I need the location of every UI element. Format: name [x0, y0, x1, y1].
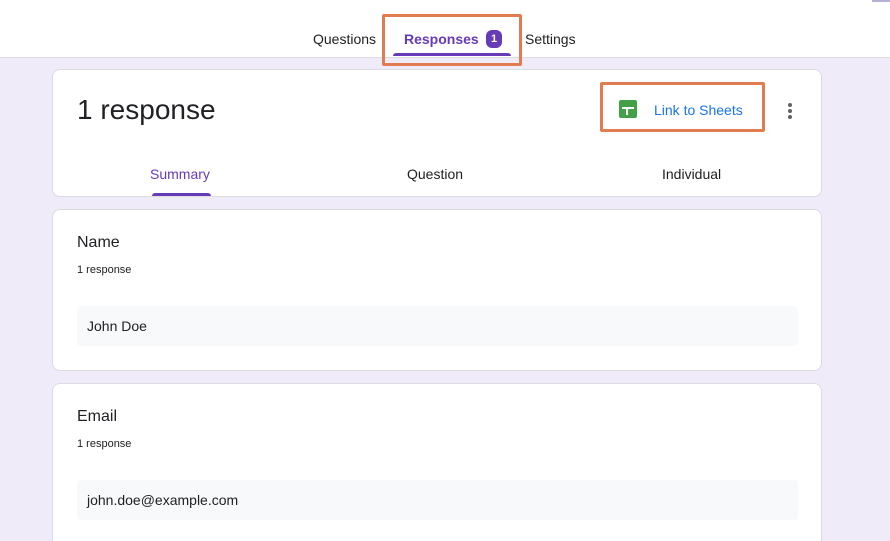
- tab-summary[interactable]: Summary: [150, 166, 210, 182]
- sheets-icon: [619, 100, 637, 118]
- tab-settings[interactable]: Settings: [525, 31, 576, 47]
- corner-accent: [872, 0, 890, 2]
- tab-questions[interactable]: Questions: [313, 31, 376, 47]
- answer-item: john.doe@example.com: [77, 480, 798, 520]
- responses-summary-card: 1 response Link to Sheets Summary Questi…: [52, 69, 822, 197]
- summary-tab-indicator: [152, 193, 211, 196]
- responses-count-badge: 1: [486, 30, 502, 48]
- question-response-count: 1 response: [77, 438, 132, 450]
- question-response-count: 1 response: [77, 264, 132, 276]
- answer-text: John Doe: [87, 318, 147, 334]
- more-vert-icon: [788, 103, 792, 107]
- top-navigation-bar: Questions Responses 1 Settings: [0, 0, 890, 58]
- response-count-heading: 1 response: [77, 94, 216, 125]
- more-options-button[interactable]: [780, 100, 800, 122]
- active-tab-indicator: [393, 53, 511, 56]
- question-title: Email: [77, 408, 118, 425]
- tab-question[interactable]: Question: [407, 166, 463, 182]
- question-title: Name: [77, 234, 120, 251]
- answer-item: John Doe: [77, 306, 798, 346]
- question-card-email: Email 1 response john.doe@example.com: [52, 383, 822, 541]
- tab-responses[interactable]: Responses: [404, 31, 479, 47]
- question-card-name: Name 1 response John Doe: [52, 209, 822, 371]
- tab-individual[interactable]: Individual: [662, 166, 721, 182]
- answer-text: john.doe@example.com: [87, 492, 239, 508]
- link-to-sheets-label: Link to Sheets: [654, 102, 743, 118]
